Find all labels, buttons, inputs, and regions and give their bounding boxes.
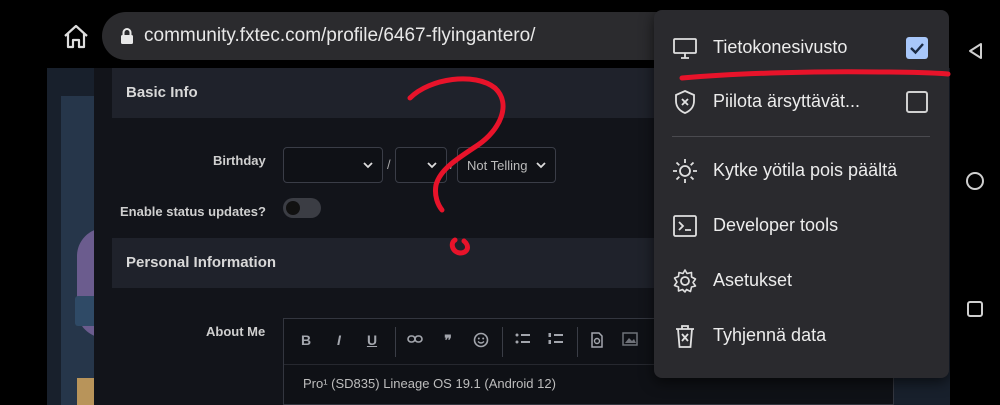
- emoji-button[interactable]: [471, 332, 491, 351]
- gear-icon: [673, 269, 697, 293]
- birthday-year-select[interactable]: Not Telling: [457, 147, 556, 183]
- home-circle-icon[interactable]: [965, 171, 985, 191]
- italic-button[interactable]: I: [329, 332, 349, 348]
- recents-icon[interactable]: [966, 300, 984, 318]
- about-me-content: Pro¹ (SD835) Lineage OS 19.1 (Android 12…: [303, 376, 556, 391]
- menu-item-clear-data[interactable]: Tyhjennä data: [654, 310, 949, 362]
- chevron-down-icon: [427, 162, 437, 169]
- about-me-label: About Me: [206, 324, 266, 339]
- chevron-down-icon: [363, 162, 373, 169]
- home-icon: [64, 24, 88, 49]
- bold-button[interactable]: B: [296, 332, 316, 348]
- home-button[interactable]: [60, 20, 92, 52]
- hide-annoyances-checkbox[interactable]: [906, 91, 928, 113]
- personal-info-heading: Personal Information: [112, 238, 672, 288]
- status-updates-toggle[interactable]: [283, 198, 321, 218]
- smiley-icon: [473, 332, 489, 348]
- menu-item-developer-tools[interactable]: Developer tools: [654, 200, 949, 252]
- basic-info-heading: Basic Info: [112, 68, 672, 118]
- menu-item-label: Tyhjennä data: [713, 325, 827, 345]
- menu-item-label: Developer tools: [713, 215, 839, 235]
- desktop-site-checkbox[interactable]: [906, 37, 928, 59]
- chevron-down-icon: [536, 162, 546, 169]
- menu-item-settings[interactable]: Asetukset: [654, 255, 949, 307]
- date-separator: /: [387, 157, 391, 172]
- spoiler-button[interactable]: [587, 332, 607, 351]
- address-bar[interactable]: community.fxtec.com/profile/6467-flyinga…: [102, 12, 702, 60]
- menu-item-label: Tietokonesivusto: [713, 37, 848, 57]
- sun-icon: [673, 159, 697, 183]
- toolbar-separator: [502, 327, 503, 357]
- menu-item-label: Asetukset: [713, 270, 793, 290]
- date-separator: /: [450, 157, 454, 172]
- status-updates-label: Enable status updates?: [120, 204, 266, 219]
- image-icon: [622, 332, 638, 346]
- birthday-year-value: Not Telling: [467, 158, 528, 173]
- system-navigation-bar: [950, 0, 1000, 405]
- link-button[interactable]: [405, 332, 425, 348]
- url-text: community.fxtec.com/profile/6467-flyinga…: [144, 25, 536, 46]
- numbered-list-button[interactable]: [546, 332, 566, 349]
- check-icon: [910, 43, 924, 55]
- desktop-icon: [673, 38, 697, 59]
- menu-item-label: Kytke yötila pois päältä: [713, 160, 898, 180]
- shield-x-icon: [675, 90, 695, 114]
- quote-button[interactable]: ❞: [438, 332, 458, 349]
- image-button[interactable]: [620, 332, 640, 349]
- spoiler-icon: [591, 332, 603, 348]
- menu-divider: [672, 136, 930, 137]
- birthday-month-select[interactable]: [283, 147, 383, 183]
- toolbar-separator: [395, 327, 396, 357]
- birthday-label: Birthday: [213, 153, 266, 168]
- bulleted-list-button[interactable]: [513, 332, 533, 349]
- numbered-list-icon: [548, 333, 563, 344]
- menu-item-night-mode[interactable]: Kytke yötila pois päältä: [654, 145, 949, 197]
- menu-item-hide-annoyances[interactable]: Piilota ärsyttävät...: [654, 76, 949, 128]
- birthday-day-select[interactable]: [395, 147, 447, 183]
- underline-button[interactable]: U: [362, 332, 382, 348]
- lock-icon: [121, 28, 133, 44]
- back-icon[interactable]: [967, 42, 983, 60]
- browser-overflow-menu: Tietokonesivusto Piilota ärsyttävät... K…: [654, 10, 949, 378]
- link-icon: [407, 335, 423, 343]
- bulleted-list-icon: [515, 333, 530, 344]
- terminal-icon: [673, 215, 697, 237]
- toggle-knob: [286, 201, 300, 215]
- menu-item-desktop-site[interactable]: Tietokonesivusto: [654, 22, 949, 74]
- toolbar-separator: [577, 327, 578, 357]
- menu-item-label: Piilota ärsyttävät...: [713, 91, 861, 111]
- trash-icon: [676, 325, 694, 348]
